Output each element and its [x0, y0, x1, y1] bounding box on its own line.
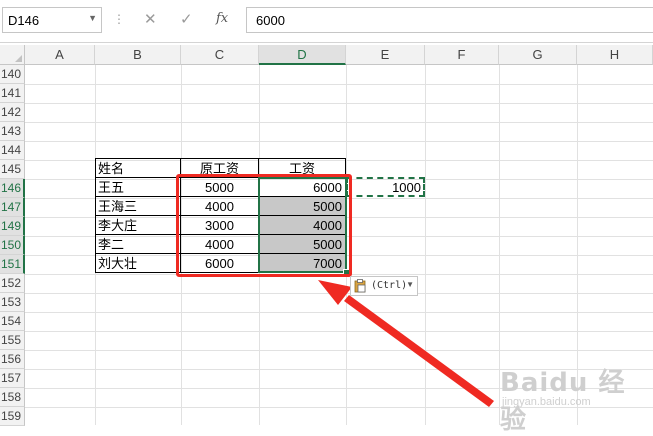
row-header-156[interactable]: 156	[0, 350, 25, 369]
row-header-150[interactable]: 150	[0, 236, 25, 255]
row-header-142[interactable]: 142	[0, 103, 25, 122]
formula-value: 6000	[256, 13, 285, 28]
old-salary-cell[interactable]: 3000	[181, 216, 258, 235]
name-box-value: D146	[8, 13, 40, 28]
copied-cell-e146[interactable]: 1000	[346, 178, 424, 197]
enter-icon[interactable]: ✓	[180, 10, 193, 28]
salary-cell[interactable]: 7000	[259, 254, 345, 273]
chevron-down-icon[interactable]: ▼	[88, 13, 97, 23]
row-header-158[interactable]: 158	[0, 388, 25, 407]
column-header-f[interactable]: F	[425, 45, 499, 65]
column-header-b[interactable]: B	[95, 45, 181, 65]
column-header-e[interactable]: E	[346, 45, 425, 65]
salary-cell[interactable]: 5000	[259, 235, 345, 254]
name-cell[interactable]: 李二	[95, 235, 180, 254]
gridline	[25, 84, 653, 85]
gridline	[25, 103, 653, 104]
select-all-corner[interactable]	[0, 45, 25, 65]
column-header-g[interactable]: G	[499, 45, 577, 65]
gridline	[25, 141, 653, 142]
name-box[interactable]: D146 ▼	[2, 7, 102, 33]
row-header-145[interactable]: 145	[0, 160, 25, 179]
clipboard-icon	[354, 279, 366, 293]
column-header-d[interactable]: D	[259, 45, 346, 65]
gridline	[25, 331, 653, 332]
insert-function-icon[interactable]: fx	[216, 11, 228, 26]
gridline	[25, 293, 653, 294]
gridline	[25, 312, 653, 313]
gridline	[25, 350, 653, 351]
formula-bar: D146 ▼ ⋮ ✕ ✓ fx 6000	[0, 0, 653, 43]
row-header-154[interactable]: 154	[0, 312, 25, 331]
column-header-h[interactable]: H	[577, 45, 653, 65]
name-cell[interactable]: 王海三	[95, 197, 180, 216]
salary-cell[interactable]: 5000	[259, 197, 345, 216]
cancel-icon[interactable]: ✕	[144, 10, 157, 28]
gridline	[425, 65, 426, 425]
row-header-147[interactable]: 147	[0, 198, 25, 217]
old-salary-cell[interactable]: 4000	[181, 197, 258, 216]
row-header-140[interactable]: 140	[0, 65, 25, 84]
column-header-a[interactable]: A	[25, 45, 95, 65]
chevron-down-icon[interactable]: ▼	[406, 280, 414, 289]
row-header-149[interactable]: 149	[0, 217, 25, 236]
header-cell-name[interactable]: 姓名	[95, 159, 180, 178]
name-cell[interactable]: 王五	[95, 178, 180, 197]
row-header-144[interactable]: 144	[0, 141, 25, 160]
gridline	[25, 122, 653, 123]
row-header-152[interactable]: 152	[0, 274, 25, 293]
column-header-c[interactable]: C	[181, 45, 259, 65]
row-header-155[interactable]: 155	[0, 331, 25, 350]
name-cell[interactable]: 刘大壮	[95, 254, 180, 273]
watermark-sub: jingyan.baidu.com	[502, 396, 591, 408]
paste-options-label: (Ctrl)	[371, 280, 408, 291]
row-header-157[interactable]: 157	[0, 369, 25, 388]
paste-options-button[interactable]: (Ctrl) ▼	[350, 276, 418, 296]
more-icon[interactable]: ⋮	[113, 12, 125, 26]
gridline	[25, 274, 653, 275]
header-cell-old-salary[interactable]: 原工资	[181, 159, 258, 178]
row-header-141[interactable]: 141	[0, 84, 25, 103]
baidu-watermark: Baidu 经验 jingyan.baidu.com	[500, 362, 650, 435]
salary-cell[interactable]: 6000	[259, 178, 345, 197]
name-cell[interactable]: 李大庄	[95, 216, 180, 235]
old-salary-cell[interactable]: 4000	[181, 235, 258, 254]
row-header-143[interactable]: 143	[0, 122, 25, 141]
row-header-151[interactable]: 151	[0, 255, 25, 274]
row-header-153[interactable]: 153	[0, 293, 25, 312]
salary-cell[interactable]: 4000	[259, 216, 345, 235]
old-salary-cell[interactable]: 5000	[181, 178, 258, 197]
old-salary-cell[interactable]: 6000	[181, 254, 258, 273]
header-cell-salary[interactable]: 工资	[259, 159, 345, 178]
formula-input[interactable]: 6000	[246, 7, 653, 33]
gridline	[346, 65, 347, 425]
row-header-159[interactable]: 159	[0, 407, 25, 426]
row-header-146[interactable]: 146	[0, 179, 25, 198]
